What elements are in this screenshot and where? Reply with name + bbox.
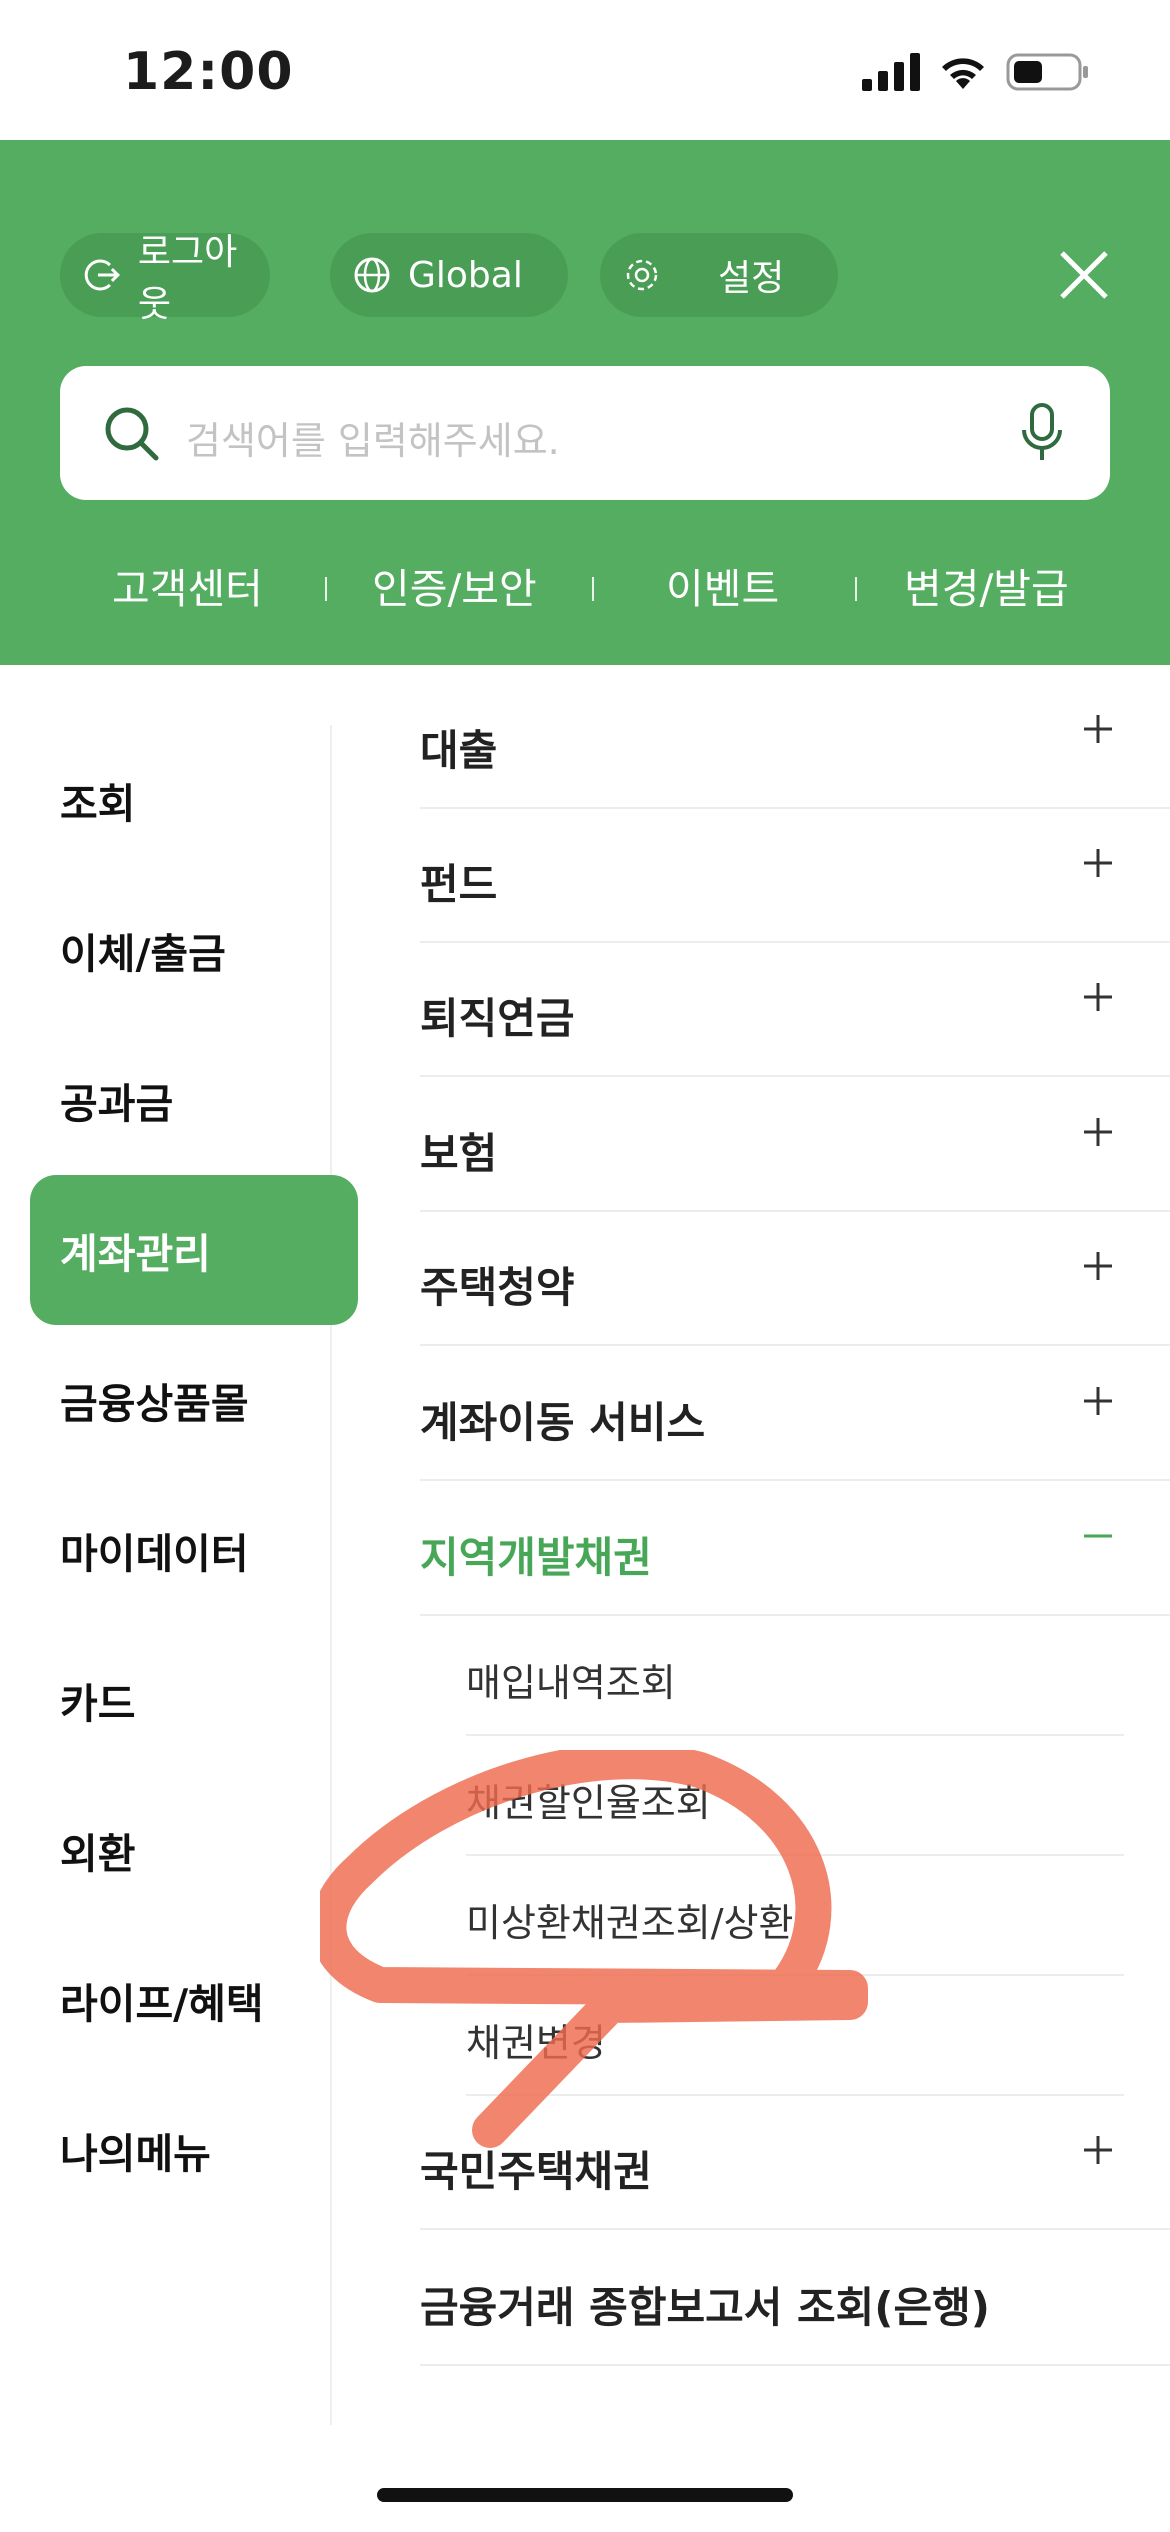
plus-icon — [1084, 1118, 1112, 1146]
home-indicator — [377, 2488, 793, 2502]
menu-item-label: 대출 — [420, 726, 498, 775]
menu-item-label: 지역개발채권 — [420, 1533, 652, 1582]
menu-item-label: 펀드 — [420, 860, 498, 909]
quick-link-divider — [325, 577, 327, 601]
nav-item-inquiry[interactable]: 조회 — [30, 725, 358, 875]
quick-link-divider — [592, 577, 594, 601]
nav-item-mydata[interactable]: 마이데이터 — [30, 1475, 358, 1625]
logout-icon — [84, 259, 121, 291]
plus-icon — [1084, 983, 1112, 1011]
plus-icon — [1084, 2136, 1112, 2164]
plus-icon — [1084, 1387, 1112, 1415]
quick-link-auth-security[interactable]: 인증/보안 — [372, 555, 537, 615]
status-icons — [862, 52, 1090, 92]
submenu-bond-change[interactable]: 채권변경 — [466, 1976, 1124, 2096]
global-button[interactable]: Global — [330, 233, 568, 317]
logout-button[interactable]: 로그아웃 — [60, 232, 270, 325]
menu-item-label: 주택청약 — [420, 1263, 575, 1312]
submenu-unredeemed-bond[interactable]: 미상환채권조회/상환 — [466, 1856, 1124, 1976]
settings-button[interactable]: 설정 — [600, 233, 838, 317]
nav-item-foreign-exchange[interactable]: 외환 — [30, 1775, 358, 1925]
menu-item-label: 국민주택채권 — [420, 2147, 652, 2196]
global-label: Global — [408, 254, 523, 296]
gear-icon — [626, 259, 658, 291]
menu-item-fund[interactable]: 펀드 — [420, 809, 1170, 943]
settings-label: 설정 — [718, 258, 785, 299]
submenu-label: 채권변경 — [466, 2021, 606, 2065]
search-icon — [105, 407, 159, 461]
nav-item-my-menu[interactable]: 나의메뉴 — [30, 2075, 358, 2225]
search-input[interactable]: 검색어를 입력해주세요. — [60, 366, 1110, 500]
menu-item-retirement-pension[interactable]: 퇴직연금 — [420, 943, 1170, 1077]
plus-icon — [1084, 715, 1112, 743]
menu-item-financial-report[interactable]: 금융거래 종합보고서 조회(은행) — [420, 2232, 1170, 2366]
plus-icon — [1084, 849, 1112, 877]
close-icon[interactable] — [1054, 245, 1114, 305]
menu-item-account-transfer-service[interactable]: 계좌이동 서비스 — [420, 1347, 1170, 1481]
status-time: 12:00 — [123, 42, 294, 102]
nav-item-financial-mall[interactable]: 금융상품몰 — [30, 1325, 358, 1475]
logout-label: 로그아웃 — [137, 232, 238, 325]
category-nav: 조회 이체/출금 공과금 계좌관리 금융상품몰 마이데이터 카드 외환 라이프/… — [0, 665, 358, 2425]
menu-item-regional-development-bond[interactable]: 지역개발채권 — [420, 1482, 1170, 1616]
menu-item-label: 퇴직연금 — [420, 994, 575, 1043]
menu-item-loan[interactable]: 대출 — [420, 675, 1170, 809]
microphone-icon[interactable] — [1018, 402, 1066, 464]
quick-link-divider — [855, 577, 857, 601]
menu-item-label: 계좌이동 서비스 — [420, 1398, 706, 1447]
nav-item-life-benefits[interactable]: 라이프/혜택 — [30, 1925, 358, 2075]
wifi-icon — [942, 58, 984, 89]
menu-header: 로그아웃 Global 설정 검색어를 입력해주세요. 고객센터 인증/보안 이… — [0, 140, 1170, 665]
signal-icon — [862, 53, 920, 91]
battery-icon — [1006, 53, 1088, 91]
nav-item-card[interactable]: 카드 — [30, 1625, 358, 1775]
submenu-purchase-history[interactable]: 매입내역조회 — [466, 1616, 1124, 1736]
search-placeholder: 검색어를 입력해주세요. — [186, 419, 560, 463]
submenu-label: 미상환채권조회/상환 — [466, 1901, 794, 1945]
menu-item-national-housing-bond[interactable]: 국민주택채권 — [420, 2096, 1170, 2230]
quick-link-change-issue[interactable]: 변경/발급 — [904, 555, 1069, 615]
nav-item-transfer[interactable]: 이체/출금 — [30, 875, 358, 1025]
status-bar: 12:00 — [0, 0, 1170, 140]
submenu-bond-discount-rate[interactable]: 채권할인율조회 — [466, 1736, 1124, 1856]
menu-item-insurance[interactable]: 보험 — [420, 1078, 1170, 1212]
quick-link-customer-center[interactable]: 고객센터 — [112, 555, 263, 615]
menu-item-label: 금융거래 종합보고서 조회(은행) — [420, 2283, 990, 2332]
plus-icon — [1084, 1252, 1112, 1280]
quick-link-events[interactable]: 이벤트 — [666, 555, 779, 615]
globe-icon — [354, 257, 390, 293]
menu-item-housing-subscription[interactable]: 주택청약 — [420, 1212, 1170, 1346]
submenu-label: 채권할인율조회 — [466, 1781, 711, 1825]
menu-item-label: 보험 — [420, 1129, 498, 1178]
submenu-label: 매입내역조회 — [466, 1661, 676, 1705]
minus-icon — [1084, 1534, 1112, 1538]
nav-item-account-management[interactable]: 계좌관리 — [30, 1175, 358, 1325]
nav-item-utility-bills[interactable]: 공과금 — [30, 1025, 358, 1175]
